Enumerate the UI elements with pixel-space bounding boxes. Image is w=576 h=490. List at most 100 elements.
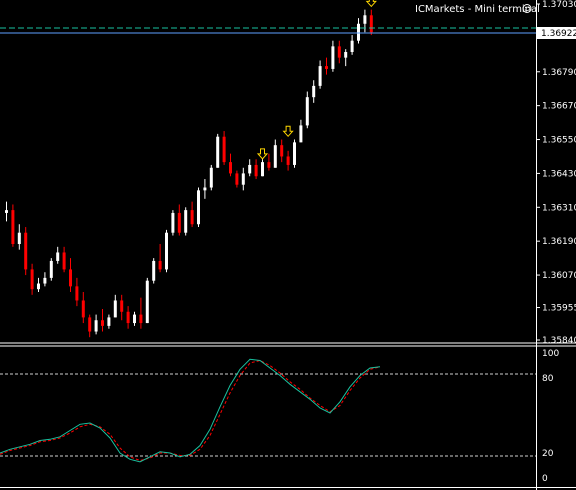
candle bbox=[241, 167, 245, 191]
stochastic-main-line bbox=[0, 358, 381, 463]
candle bbox=[357, 18, 360, 44]
candle-body bbox=[133, 314, 136, 324]
candle-body bbox=[273, 145, 277, 168]
candle bbox=[273, 139, 277, 168]
candle bbox=[37, 277, 40, 292]
candle-body bbox=[62, 252, 66, 270]
candle-body bbox=[101, 320, 104, 326]
price-panel[interactable]: ICMarkets - Mini terminal 1.37030 1.36790… bbox=[0, 0, 576, 346]
candle bbox=[350, 35, 354, 55]
stochastic-signal-line bbox=[0, 359, 381, 462]
candle bbox=[325, 57, 328, 75]
candle-body bbox=[139, 314, 143, 324]
price-tick-label: 1.36670 bbox=[542, 102, 576, 112]
candle-body bbox=[75, 286, 79, 301]
candle-body bbox=[37, 283, 40, 290]
price-tick-label: 1.35955 bbox=[542, 304, 576, 314]
candle-body bbox=[120, 300, 124, 312]
candle-body bbox=[293, 142, 296, 165]
candle bbox=[261, 159, 264, 177]
indicator-axis: 100 80 20 0 bbox=[542, 349, 559, 484]
candle bbox=[312, 80, 316, 103]
candle bbox=[318, 60, 322, 89]
stochastic-panel[interactable]: 100 80 20 0 bbox=[0, 349, 559, 484]
candle-body bbox=[88, 317, 92, 332]
candle bbox=[280, 139, 284, 163]
price-axis: 1.37030 1.36790 1.36670 1.36550 1.36430 1.363… bbox=[536, 0, 576, 346]
candle-body bbox=[69, 269, 72, 287]
candle bbox=[293, 139, 296, 168]
candle-body bbox=[267, 162, 271, 168]
candle bbox=[5, 201, 8, 222]
candle-body bbox=[11, 210, 15, 244]
candle bbox=[139, 297, 143, 329]
broker-watermark: ICMarkets - Mini terminal bbox=[415, 4, 540, 15]
candle bbox=[222, 131, 226, 165]
candle-body bbox=[171, 212, 175, 233]
candle bbox=[248, 159, 252, 177]
candle bbox=[254, 159, 258, 180]
candle-body bbox=[363, 15, 367, 24]
price-tick-label: 1.35840 bbox=[542, 336, 576, 346]
candle-body bbox=[113, 300, 117, 318]
candle bbox=[49, 258, 53, 281]
candle bbox=[69, 258, 72, 292]
candle-body bbox=[184, 210, 188, 233]
candle-body bbox=[305, 97, 309, 126]
candle bbox=[126, 306, 130, 329]
candle-body bbox=[43, 277, 47, 284]
candle bbox=[267, 153, 271, 171]
candle bbox=[107, 314, 111, 329]
candle bbox=[75, 277, 79, 307]
candle bbox=[235, 170, 239, 188]
candle-body bbox=[17, 232, 21, 244]
candle bbox=[88, 314, 92, 338]
candle-body bbox=[357, 23, 360, 41]
candle bbox=[158, 244, 162, 273]
candle bbox=[184, 207, 188, 236]
candle bbox=[197, 187, 200, 228]
candle-body bbox=[254, 164, 258, 177]
candle bbox=[190, 201, 194, 228]
down-arrow-icon bbox=[282, 125, 294, 138]
candle bbox=[203, 179, 207, 199]
candle-body bbox=[344, 52, 348, 58]
candle-body bbox=[235, 173, 239, 185]
candle bbox=[363, 9, 367, 33]
candle bbox=[81, 292, 85, 324]
candle-body bbox=[312, 85, 316, 98]
candle-body bbox=[197, 190, 200, 225]
candle bbox=[216, 133, 220, 168]
candle-body bbox=[203, 187, 207, 191]
candle-body bbox=[241, 173, 245, 185]
candle-body bbox=[177, 212, 181, 233]
candle bbox=[24, 227, 28, 276]
candle-body bbox=[209, 167, 213, 188]
candle-body bbox=[5, 210, 8, 213]
candle bbox=[369, 9, 373, 36]
price-tick-label: 1.36310 bbox=[542, 203, 576, 213]
candle bbox=[152, 258, 156, 284]
current-price-label: 1.36922 bbox=[541, 29, 576, 39]
candle-body bbox=[165, 232, 168, 270]
candle-body bbox=[145, 280, 149, 324]
candle bbox=[229, 153, 232, 177]
candle-body bbox=[158, 260, 162, 270]
candle bbox=[133, 311, 136, 326]
candle-body bbox=[280, 145, 284, 157]
price-tick-label: 1.36190 bbox=[542, 237, 576, 247]
price-tick-label: 1.36430 bbox=[542, 169, 576, 179]
candle-body bbox=[126, 311, 130, 324]
price-tick-label: 1.36790 bbox=[542, 68, 576, 78]
candle bbox=[120, 294, 124, 321]
price-tick-label: 1.36550 bbox=[542, 136, 576, 146]
candle-body bbox=[325, 66, 328, 69]
candle-body bbox=[337, 46, 341, 58]
chart-window[interactable]: ICMarkets - Mini terminal 1.37030 1.36790… bbox=[0, 0, 576, 490]
candle bbox=[177, 204, 181, 236]
indicator-tick-label: 20 bbox=[542, 449, 554, 459]
candle bbox=[299, 119, 303, 143]
candle-body bbox=[350, 40, 354, 52]
candle bbox=[11, 204, 15, 247]
candle-body bbox=[299, 125, 303, 143]
